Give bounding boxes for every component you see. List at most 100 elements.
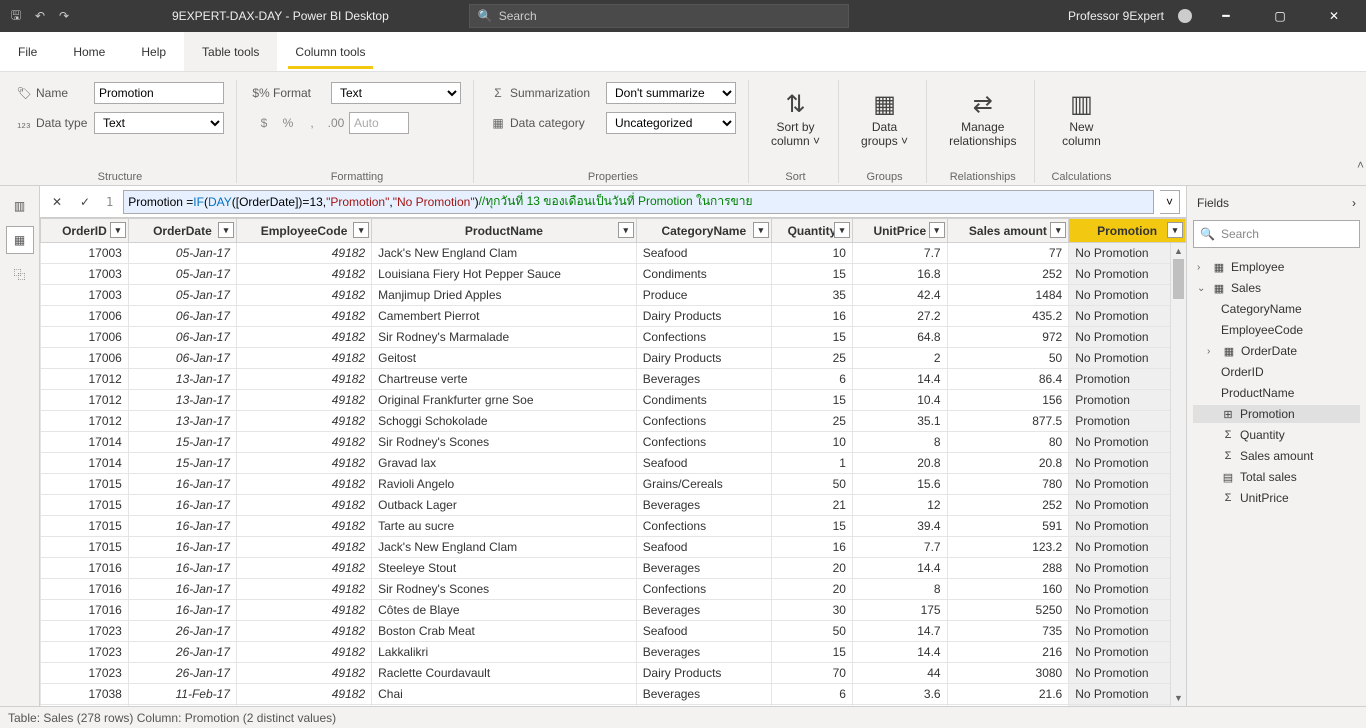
field-quantity[interactable]: ΣQuantity (1193, 426, 1360, 444)
cell[interactable]: Ravioli Angelo (372, 474, 637, 495)
cell[interactable]: Beverages (636, 642, 771, 663)
cell[interactable]: 8 (852, 432, 947, 453)
cell[interactable]: 15.6 (852, 474, 947, 495)
minimize-button[interactable]: ━ (1206, 0, 1246, 32)
cell[interactable]: 49182 (236, 621, 371, 642)
cell[interactable]: Promotion (1069, 390, 1186, 411)
cell[interactable]: 17003 (41, 285, 129, 306)
sort-by-column-button[interactable]: ⇅Sort bycolumn ˅ (765, 80, 826, 156)
cell[interactable]: Raclette Courdavault (372, 663, 637, 684)
cell[interactable]: 2 (852, 348, 947, 369)
data-grid[interactable]: OrderID▾OrderDate▾EmployeeCode▾ProductNa… (40, 218, 1186, 706)
table-row[interactable]: 1701516-Jan-1749182Tarte au sucreConfect… (41, 516, 1186, 537)
field-orderid[interactable]: OrderID (1193, 363, 1360, 381)
cell[interactable]: Original Frankfurter grne Soe (372, 390, 637, 411)
cell[interactable]: No Promotion (1069, 663, 1186, 684)
cell[interactable]: 14.4 (852, 705, 947, 707)
field-employeecode[interactable]: EmployeeCode (1193, 321, 1360, 339)
cell[interactable]: 17016 (41, 600, 129, 621)
table-row[interactable]: 1701516-Jan-1749182Outback LagerBeverage… (41, 495, 1186, 516)
cell[interactable]: 70 (771, 663, 852, 684)
table-row[interactable]: 1702326-Jan-1749182Raclette CourdavaultD… (41, 663, 1186, 684)
cell[interactable]: No Promotion (1069, 516, 1186, 537)
cell[interactable]: 17003 (41, 243, 129, 264)
cell[interactable]: Dairy Products (636, 348, 771, 369)
cell[interactable]: Chai (372, 684, 637, 705)
scroll-down-button[interactable]: ▼ (1171, 690, 1186, 706)
scroll-up-button[interactable]: ▲ (1171, 243, 1186, 259)
menu-file[interactable]: File (0, 32, 55, 71)
user-name[interactable]: Professor 9Expert (1068, 9, 1164, 23)
cell[interactable]: 17038 (41, 684, 129, 705)
menu-column-tools[interactable]: Column tools (277, 32, 383, 71)
cell[interactable]: 17006 (41, 348, 129, 369)
cell[interactable]: Produce (636, 285, 771, 306)
cell[interactable]: 17003 (41, 264, 129, 285)
cell[interactable]: 35 (771, 285, 852, 306)
cell[interactable]: 156 (947, 390, 1069, 411)
cell[interactable]: 50 (947, 348, 1069, 369)
cell[interactable]: 26-Jan-17 (128, 621, 236, 642)
cell[interactable]: No Promotion (1069, 558, 1186, 579)
cell[interactable]: 8 (852, 579, 947, 600)
report-view-button[interactable]: ▥ (6, 192, 34, 220)
cell[interactable]: 877.5 (947, 411, 1069, 432)
cell[interactable]: 15 (771, 390, 852, 411)
cell[interactable]: No Promotion (1069, 495, 1186, 516)
table-row[interactable]: 1700305-Jan-1749182Manjimup Dried Apples… (41, 285, 1186, 306)
table-row[interactable]: 1701415-Jan-1749182Sir Rodney's SconesCo… (41, 432, 1186, 453)
table-row[interactable]: 1700606-Jan-1749182GeitostDairy Products… (41, 348, 1186, 369)
cell[interactable]: 27.2 (852, 306, 947, 327)
cell[interactable]: No Promotion (1069, 453, 1186, 474)
cell[interactable]: 15-Jan-17 (128, 453, 236, 474)
cell[interactable]: Condiments (636, 264, 771, 285)
cell[interactable]: 15 (771, 642, 852, 663)
col-employeecode[interactable]: EmployeeCode▾ (236, 219, 371, 243)
filter-dropdown[interactable]: ▾ (1167, 222, 1183, 238)
cell[interactable]: 25 (771, 348, 852, 369)
cell[interactable]: 16-Jan-17 (128, 558, 236, 579)
cell[interactable]: Sir Rodney's Scones (372, 579, 637, 600)
table-row[interactable]: 1701616-Jan-1749182Steeleye StoutBeverag… (41, 558, 1186, 579)
currency-button[interactable]: $ (253, 112, 275, 134)
col-sales-amount[interactable]: Sales amount▾ (947, 219, 1069, 243)
cell[interactable]: Dairy Products (636, 663, 771, 684)
cell[interactable]: 10.4 (852, 390, 947, 411)
cell[interactable]: 160 (947, 579, 1069, 600)
cell[interactable]: 17016 (41, 579, 129, 600)
decimal-button[interactable]: .00 (325, 112, 347, 134)
cell[interactable]: Lakkalikri (372, 642, 637, 663)
cell[interactable]: 49182 (236, 285, 371, 306)
summarization-select[interactable]: Don't summarize (606, 82, 736, 104)
cell[interactable]: 15 (771, 516, 852, 537)
col-orderid[interactable]: OrderID▾ (41, 219, 129, 243)
filter-dropdown[interactable]: ▾ (834, 222, 850, 238)
cell[interactable]: 15 (771, 264, 852, 285)
cell[interactable]: 252 (947, 495, 1069, 516)
formula-cancel-button[interactable]: ✕ (46, 191, 68, 213)
cell[interactable]: No Promotion (1069, 621, 1186, 642)
table-row[interactable]: 1701213-Jan-1749182Schoggi SchokoladeCon… (41, 411, 1186, 432)
cell[interactable]: 15 (771, 327, 852, 348)
cell[interactable]: 86.4 (947, 369, 1069, 390)
cell[interactable]: 49182 (236, 705, 371, 707)
cell[interactable]: 49182 (236, 558, 371, 579)
col-categoryname[interactable]: CategoryName▾ (636, 219, 771, 243)
cell[interactable]: 17016 (41, 558, 129, 579)
cell[interactable]: No Promotion (1069, 264, 1186, 285)
cell[interactable]: 735 (947, 621, 1069, 642)
cell[interactable]: 14.7 (852, 621, 947, 642)
cell[interactable]: 42.4 (852, 285, 947, 306)
cell[interactable]: No Promotion (1069, 285, 1186, 306)
cell[interactable]: 49182 (236, 411, 371, 432)
collapse-ribbon-button[interactable]: ˄ (1357, 158, 1364, 172)
cell[interactable]: 64.8 (852, 327, 947, 348)
cell[interactable]: 44 (852, 663, 947, 684)
save-icon[interactable]: 🖫 (8, 8, 24, 24)
cell[interactable]: Confections (636, 327, 771, 348)
percent-button[interactable]: % (277, 112, 299, 134)
cell[interactable]: Seafood (636, 453, 771, 474)
cell[interactable]: 49182 (236, 264, 371, 285)
cell[interactable]: No Promotion (1069, 348, 1186, 369)
undo-icon[interactable]: ↶ (32, 8, 48, 24)
